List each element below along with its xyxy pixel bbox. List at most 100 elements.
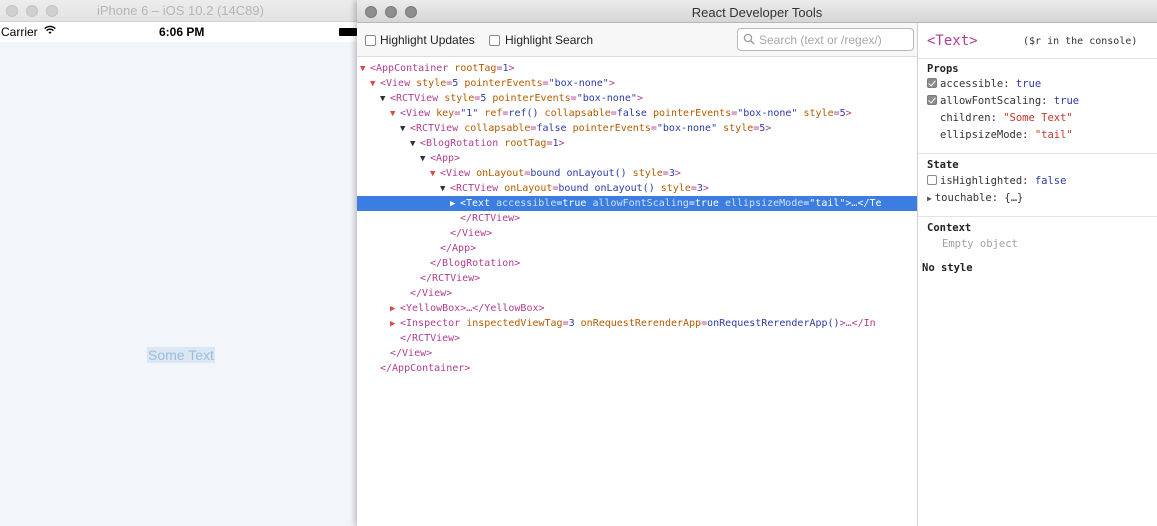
tree-row[interactable]: ▼ <View style=5 pointerEvents="box-none"> [357,76,918,91]
devtools-title: React Developer Tools [691,5,823,20]
tag-end: > [845,108,852,119]
prop-row-ellipsizeMode[interactable]: ellipsizeMode: "tail" [927,127,1073,143]
prop-row-isHighlighted[interactable]: isHighlighted: false [927,173,1066,189]
tag-end: > [508,63,515,74]
tree-row[interactable]: ▶ <YellowBox>…</YellowBox> [357,301,918,316]
expand-arrow-icon[interactable]: ▶ [390,317,400,332]
tree-row-selected[interactable]: ▶ <Text accessible=true allowFontScaling=… [357,196,918,211]
prop-name: pointerEvents [458,78,543,89]
tree-row[interactable]: </View> [357,226,918,241]
search-input[interactable]: Search (text or /regex/) [737,28,914,51]
expand-arrow-icon[interactable]: ▶ [390,302,400,317]
prop-checkbox[interactable] [927,175,937,185]
tag-name: <Inspector [400,318,461,329]
tag-name: <View [400,108,431,119]
tree-row[interactable]: </View> [357,346,918,361]
prop-name: allowFontScaling [586,198,689,209]
tree-row[interactable]: </RCTView> [357,211,918,226]
tag-end: > [765,123,772,134]
tree-row[interactable]: </RCTView> [357,331,918,346]
react-devtools-window: React Developer Tools Highlight Updates … [357,0,1157,526]
app-screen: Some Text [0,42,357,526]
prop-value: "tail" [809,198,846,209]
tag-name: <YellowBox [400,303,461,314]
tree-row[interactable]: </View> [357,286,918,301]
tree-row[interactable]: ▶ <Inspector inspectedViewTag=3 onRequest… [357,316,918,331]
tree-row[interactable]: </RCTView> [357,271,918,286]
prop-key: accessible: [940,78,1016,90]
tree-row[interactable]: ▼ <RCTView style=5 pointerEvents="box-non… [357,91,918,106]
search-placeholder: Search (text or /regex/) [759,33,882,47]
expand-arrow-icon[interactable]: ▶ [450,197,460,212]
closing-tag: </View> [410,288,453,299]
collapse-arrow-icon[interactable]: ▼ [400,122,410,137]
tree-row[interactable]: </App> [357,241,918,256]
tag-end: >…</Te [845,198,882,209]
tree-row[interactable]: ▼ <BlogRotation rootTag=1> [357,136,918,151]
closing-tag: </View> [450,228,493,239]
prop-name: ellipsizeMode [718,198,804,209]
prop-name: pointerEvents [566,123,651,134]
tree-row[interactable]: ▼ <AppContainer rootTag=1> [357,61,918,76]
prop-value[interactable]: true [1054,95,1079,107]
ios-status-bar: Carrier 6:06 PM [0,22,357,42]
close-window-button[interactable] [6,5,18,17]
collapse-arrow-icon[interactable]: ▼ [440,182,450,197]
collapse-arrow-icon[interactable]: ▼ [380,92,390,107]
prop-value[interactable]: "tail" [1035,129,1073,141]
prop-checkbox[interactable] [927,78,937,88]
ios-simulator-window: iPhone 6 – iOS 10.2 (14C89) Carrier 6:06… [0,0,357,526]
prop-value[interactable]: {…} [1004,192,1023,204]
prop-value: ref() [508,108,539,119]
prop-row-allowFontScaling[interactable]: allowFontScaling: true [927,93,1079,109]
tag-name: <RCTView [390,93,439,104]
prop-checkbox[interactable] [927,95,937,105]
tree-row[interactable]: </AppContainer> [357,361,918,376]
tag-end: > [558,138,565,149]
prop-value: true [694,198,719,209]
context-section-title: Context [927,222,972,234]
tree-row[interactable]: </BlogRotation> [357,256,918,271]
prop-value: true [562,198,587,209]
collapse-arrow-icon[interactable]: ▼ [360,62,370,77]
context-empty-label: Empty object [942,238,1018,250]
tag-name: <App [430,153,455,164]
tag-end: > [608,78,615,89]
expand-arrow-icon[interactable]: ▶ [927,194,932,203]
collapse-arrow-icon[interactable]: ▼ [390,107,400,122]
collapse-arrow-icon[interactable]: ▼ [430,167,440,182]
divider [918,153,1157,154]
prop-value[interactable]: "Some Text" [1003,112,1073,124]
tree-row[interactable]: ▼ <View onLayout=bound onLayout() style=3… [357,166,918,181]
highlight-updates-checkbox[interactable] [365,35,376,46]
tree-row[interactable]: ▼ <RCTView collapsable=false pointerEvent… [357,121,918,136]
prop-name: key [430,108,455,119]
prop-row-touchable[interactable]: ▶ touchable: {…} [927,190,1023,206]
some-text-element[interactable]: Some Text [147,347,215,363]
prop-row-accessible[interactable]: accessible: true [927,76,1041,92]
prop-name: onLayout [498,183,553,194]
highlight-updates-label[interactable]: Highlight Updates [380,33,475,47]
collapse-arrow-icon[interactable]: ▼ [370,77,380,92]
minimize-window-button[interactable] [26,5,38,17]
collapse-arrow-icon[interactable]: ▼ [420,152,430,167]
collapse-arrow-icon[interactable]: ▼ [410,137,420,152]
prop-value: bound onLayout() [558,183,655,194]
highlight-search-checkbox[interactable] [489,35,500,46]
zoom-window-button[interactable] [46,5,58,17]
prop-row-children[interactable]: children: "Some Text" [927,110,1073,126]
tree-row[interactable]: ▼ <View key="1" ref=ref() collapsable=fal… [357,106,918,121]
props-side-pane: <Text> ($r in the console) Props State C… [918,23,1157,526]
tree-row[interactable]: ▼ <App> [357,151,918,166]
highlight-search-label[interactable]: Highlight Search [505,33,593,47]
prop-value[interactable]: false [1035,175,1067,187]
tree-row[interactable]: ▼ <RCTView onLayout=bound onLayout() styl… [357,181,918,196]
divider [918,58,1157,59]
component-tree: ▼ <AppContainer rootTag=1> ▼ <View style=5 … [357,57,918,526]
prop-value[interactable]: true [1016,78,1041,90]
closing-tag: </RCTView> [420,273,481,284]
prop-value: "box-none" [548,78,609,89]
simulator-titlebar: iPhone 6 – iOS 10.2 (14C89) [0,0,357,22]
tag-end: >…</YellowBox> [460,303,545,314]
prop-name: style [717,123,754,134]
